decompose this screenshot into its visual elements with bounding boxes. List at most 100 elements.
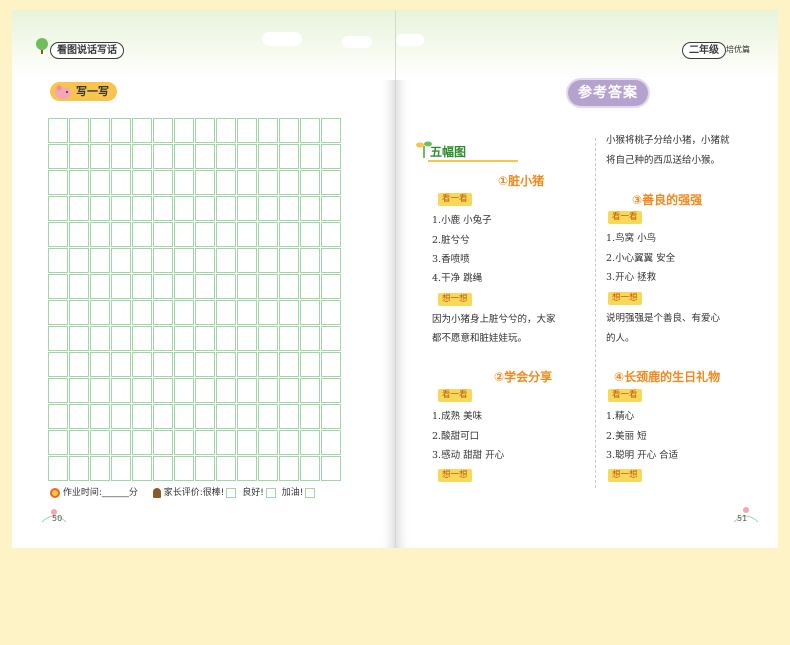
q1-think-line: 因为小猪身上脏兮兮的，大家 (432, 314, 556, 325)
q3-look-line: 1.鸟窝 小鸟 (606, 233, 657, 244)
q1-look-line: 4.干净 跳绳 (432, 273, 483, 284)
grid-cell (174, 404, 194, 429)
homework-time-blank[interactable]: ______ (102, 488, 129, 498)
q3-look-tag: 看一看 (608, 211, 642, 224)
grid-cell (237, 456, 257, 481)
grid-cell (174, 456, 194, 481)
q2-title: ②学会分享 (494, 370, 553, 384)
grid-cell (279, 118, 299, 143)
grid-cell (48, 196, 68, 221)
grid-cell (216, 378, 236, 403)
grid-cell (279, 170, 299, 195)
grid-cell (279, 144, 299, 169)
eval-checkbox-cheer[interactable] (305, 487, 316, 498)
parent-icon (152, 487, 161, 498)
grid-cell (216, 456, 236, 481)
grade-label: 二年级 (682, 42, 726, 59)
q1-think-tag: 想一想 (438, 293, 472, 306)
grid-cell (258, 248, 278, 273)
grid-cell (279, 352, 299, 377)
grid-cell (216, 300, 236, 325)
grid-cell (258, 404, 278, 429)
grid-cell (258, 430, 278, 455)
grid-cell (216, 274, 236, 299)
grid-cell (48, 404, 68, 429)
grid-cell (48, 456, 68, 481)
grid-cell (258, 300, 278, 325)
grid-cell (48, 170, 68, 195)
grid-cell (300, 404, 320, 429)
grid-cell (174, 196, 194, 221)
grid-cell (174, 144, 194, 169)
q4-title: ④长颈鹿的生日礼物 (614, 370, 721, 384)
grid-cell (111, 170, 131, 195)
grid-cell (258, 456, 278, 481)
grid-cell (132, 378, 152, 403)
cloud-decoration (342, 36, 372, 48)
grid-cell (216, 404, 236, 429)
grid-cell (69, 248, 89, 273)
grid-cell (132, 144, 152, 169)
grid-cell (300, 274, 320, 299)
grid-cell (258, 274, 278, 299)
q3-look-line: 3.开心 拯救 (606, 272, 657, 283)
grid-cell (216, 222, 236, 247)
grid-cell (153, 118, 173, 143)
book-title: 看图说话写话 (50, 42, 124, 59)
grid-cell (90, 118, 110, 143)
cloud-decoration (396, 34, 424, 46)
grid-cell (321, 144, 341, 169)
grid-cell (279, 326, 299, 351)
grid-cell (69, 352, 89, 377)
grid-cell (48, 144, 68, 169)
q1-think-line: 都不愿意和脏娃娃玩。 (432, 333, 528, 344)
q3-think-tag: 想一想 (608, 292, 642, 305)
grid-cell (300, 300, 320, 325)
grid-cell (111, 196, 131, 221)
grid-cell (321, 300, 341, 325)
grid-cell (300, 456, 320, 481)
grid-cell (111, 274, 131, 299)
grid-cell (132, 430, 152, 455)
grid-cell (90, 456, 110, 481)
underline-decoration (428, 160, 518, 162)
grid-cell (132, 118, 152, 143)
grid-cell (300, 118, 320, 143)
grid-cell (69, 144, 89, 169)
grid-cell (258, 378, 278, 403)
grid-cell (132, 274, 152, 299)
grid-cell (153, 144, 173, 169)
grid-cell (300, 170, 320, 195)
page-number: 50 (52, 514, 63, 523)
grid-cell (237, 170, 257, 195)
grid-cell (48, 118, 68, 143)
grid-cell (48, 222, 68, 247)
grid-cell (321, 430, 341, 455)
grade-suffix: 培优篇 (726, 45, 750, 54)
grid-cell (258, 196, 278, 221)
grid-cell (153, 170, 173, 195)
grid-cell (48, 248, 68, 273)
cloud-decoration (262, 32, 302, 46)
q2-look-line: 1.成熟 美味 (432, 411, 483, 422)
grid-cell (132, 326, 152, 351)
grid-cell (279, 456, 299, 481)
grid-cell (237, 300, 257, 325)
eval-checkbox-excellent[interactable] (226, 487, 237, 498)
grid-cell (300, 248, 320, 273)
page-number: 51 (737, 514, 748, 523)
grid-cell (237, 378, 257, 403)
q1-look-line: 2.脏兮兮 (432, 235, 470, 246)
grid-cell (321, 352, 341, 377)
q3-think-line: 的人。 (606, 333, 635, 344)
grid-cell (90, 300, 110, 325)
grid-cell (258, 170, 278, 195)
grid-cell (90, 274, 110, 299)
eval-checkbox-good[interactable] (265, 487, 276, 498)
grid-cell (237, 222, 257, 247)
grid-cell (69, 456, 89, 481)
grid-cell (195, 430, 215, 455)
grid-cell (195, 170, 215, 195)
grid-cell (111, 300, 131, 325)
grid-cell (321, 326, 341, 351)
